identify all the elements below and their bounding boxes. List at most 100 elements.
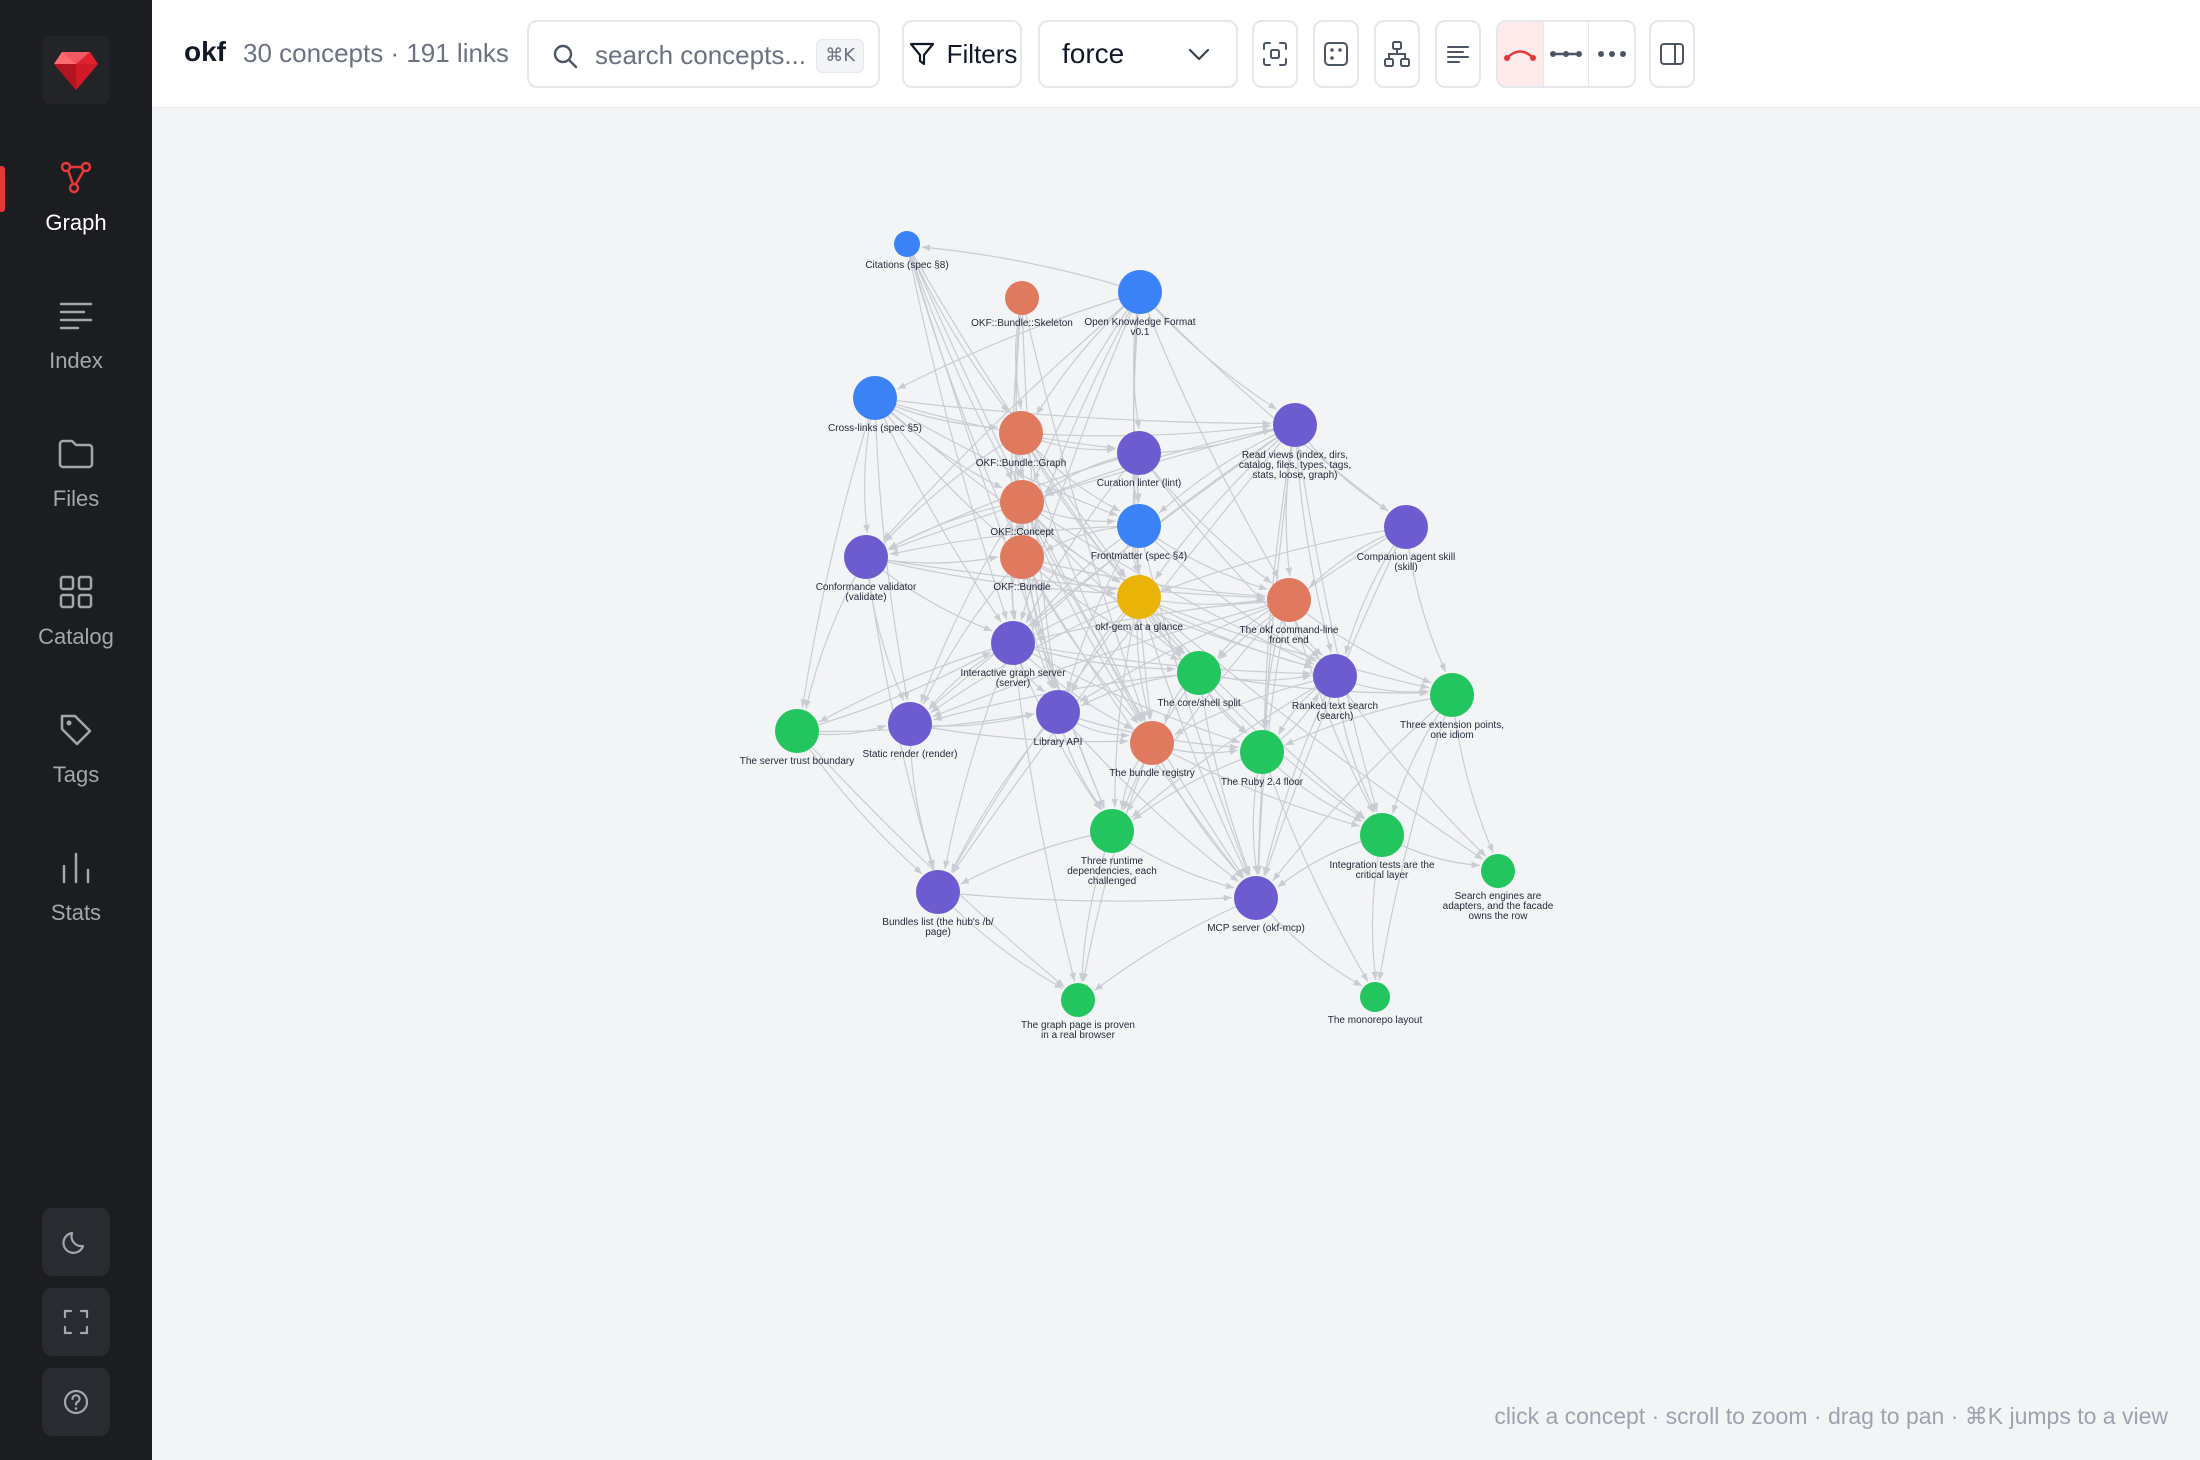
graph-node-circle[interactable]: [1005, 281, 1039, 315]
graph-node-circle[interactable]: [1360, 813, 1404, 857]
fullscreen-button[interactable]: [42, 1288, 110, 1356]
graph-node-circle[interactable]: [1117, 504, 1161, 548]
dots-icon: [1597, 51, 1626, 57]
graph-node[interactable]: Companion agent skill(skill): [1357, 505, 1455, 573]
search-box[interactable]: ⌘K: [527, 20, 880, 88]
sidebar-item-files[interactable]: Files: [0, 416, 152, 526]
graph-canvas[interactable]: Citations (spec §8)OKF::Bundle::Skeleton…: [152, 109, 2200, 1460]
graph-node-label: The monorepo layout: [1328, 1015, 1423, 1026]
graph-node-circle[interactable]: [1177, 651, 1221, 695]
graph-node-label: (search): [1317, 711, 1354, 722]
graph-node-circle[interactable]: [1117, 431, 1161, 475]
graph-node[interactable]: The graph page is provenin a real browse…: [1021, 983, 1135, 1041]
sidebar-item-stats[interactable]: Stats: [0, 830, 152, 940]
straight-edges-toggle[interactable]: [1544, 22, 1590, 86]
graph-node-circle[interactable]: [1267, 578, 1311, 622]
graph-edge: [1078, 830, 1113, 982]
graph-node-circle[interactable]: [1130, 721, 1174, 765]
help-button[interactable]: [42, 1368, 110, 1436]
graph-node[interactable]: The core/shell split: [1157, 651, 1241, 709]
graph-node[interactable]: Read views (index, dirs,catalog, files, …: [1239, 403, 1351, 481]
filter-icon: [909, 42, 934, 66]
filters-button[interactable]: Filters: [902, 20, 1022, 88]
sidebar-item-catalog[interactable]: Catalog: [0, 554, 152, 664]
graph-node-circle[interactable]: [844, 535, 888, 579]
graph-node-circle[interactable]: [1000, 535, 1044, 579]
sidebar-item-index[interactable]: Index: [0, 278, 152, 388]
graph-node-circle[interactable]: [991, 621, 1035, 665]
graph-node-circle[interactable]: [1481, 854, 1515, 888]
graph-node-circle[interactable]: [1430, 673, 1474, 717]
graph-node[interactable]: OKF::Concept: [990, 480, 1054, 538]
graph-node-circle[interactable]: [1313, 654, 1357, 698]
graph-node[interactable]: Search engines areadapters, and the faca…: [1443, 854, 1554, 922]
sidebar-item-label: Stats: [50, 900, 102, 925]
fit-view-button[interactable]: [1252, 20, 1298, 88]
side-panel-toggle-button[interactable]: [1649, 20, 1695, 88]
curved-edges-toggle[interactable]: [1498, 22, 1544, 86]
graph-node-circle[interactable]: [1061, 983, 1095, 1017]
sidebar-item-graph[interactable]: Graph: [0, 140, 152, 250]
graph-node-label: The bundle registry: [1109, 768, 1195, 779]
graph-node-circle[interactable]: [1360, 982, 1390, 1012]
graph-node-circle[interactable]: [999, 411, 1043, 455]
graph-node-circle[interactable]: [775, 709, 819, 753]
graph-edge: [865, 556, 905, 702]
layout-select[interactable]: force: [1038, 20, 1238, 88]
hierarchy-layout-button[interactable]: [1374, 20, 1420, 88]
graph-node-label: okf-gem at a glance: [1095, 622, 1183, 633]
graph-node-circle[interactable]: [894, 231, 920, 257]
graph-node[interactable]: Library API: [1034, 690, 1083, 748]
graph-node[interactable]: The monorepo layout: [1328, 982, 1423, 1026]
graph-edge: [1405, 526, 1447, 673]
graph-node-label: in a real browser: [1041, 1030, 1116, 1041]
graph-node-circle[interactable]: [1240, 730, 1284, 774]
graph-node[interactable]: Citations (spec §8): [865, 231, 949, 271]
graph-node-label: page): [925, 927, 951, 938]
graph-edge: [1094, 897, 1257, 992]
graph-node[interactable]: Three runtimedependencies, eachchallenge…: [1067, 809, 1157, 887]
graph-svg[interactable]: Citations (spec §8)OKF::Bundle::Skeleton…: [152, 109, 2200, 1460]
graph-node[interactable]: Bundles list (the hub's /b/page): [882, 870, 994, 938]
graph-node-circle[interactable]: [1000, 480, 1044, 524]
graph-node-circle[interactable]: [1117, 575, 1161, 619]
curved-edge-icon: [1504, 50, 1537, 61]
graph-node[interactable]: The server trust boundary: [740, 709, 855, 767]
sidebar-item-tags[interactable]: Tags: [0, 692, 152, 802]
graph-node-label: Library API: [1034, 737, 1083, 748]
shuffle-layout-button[interactable]: [1313, 20, 1359, 88]
graph-node-circle[interactable]: [1273, 403, 1317, 447]
labels-toggle-button[interactable]: [1435, 20, 1481, 88]
graph-edge: [1218, 526, 1407, 660]
graph-node-circle[interactable]: [916, 870, 960, 914]
graph-node-circle[interactable]: [888, 702, 932, 746]
graph-node-circle[interactable]: [1384, 505, 1428, 549]
ruby-logo[interactable]: [42, 36, 110, 104]
graph-node-circle[interactable]: [853, 376, 897, 420]
theme-toggle-button[interactable]: [42, 1208, 110, 1276]
graph-edge: [1139, 291, 1278, 410]
graph-node-circle[interactable]: [1090, 809, 1134, 853]
graph-node[interactable]: OKF::Bundle::Skeleton: [971, 281, 1073, 329]
dotted-edges-toggle[interactable]: [1589, 22, 1634, 86]
graph-node-label: (skill): [1394, 562, 1417, 573]
graph-node[interactable]: Cross-links (spec §5): [828, 376, 922, 434]
topbar: okf 30 concepts · 191 links ⌘K Filters f…: [152, 0, 2200, 108]
graph-node-label: one idiom: [1430, 730, 1473, 741]
graph-node-label: stats, loose, graph): [1252, 470, 1337, 481]
graph-node-circle[interactable]: [1036, 690, 1080, 734]
sidebar-item-label: Tags: [52, 762, 100, 787]
help-icon: [63, 1389, 89, 1415]
graph-node[interactable]: OKF::Bundle: [993, 535, 1051, 593]
graph-node-circle[interactable]: [1234, 876, 1278, 920]
graph-node-label: Frontmatter (spec §4): [1091, 551, 1187, 562]
graph-edge: [937, 891, 1233, 902]
graph-node[interactable]: Interactive graph server(server): [960, 621, 1066, 689]
bar-chart-icon: [62, 852, 90, 884]
search-input[interactable]: [595, 36, 825, 74]
graph-node-label: critical layer: [1356, 870, 1409, 881]
graph-node[interactable]: Three extension points,one idiom: [1400, 673, 1504, 741]
graph-node-label: Curation linter (lint): [1097, 478, 1181, 489]
graph-node-circle[interactable]: [1118, 270, 1162, 314]
search-shortcut-badge: ⌘K: [816, 39, 864, 73]
